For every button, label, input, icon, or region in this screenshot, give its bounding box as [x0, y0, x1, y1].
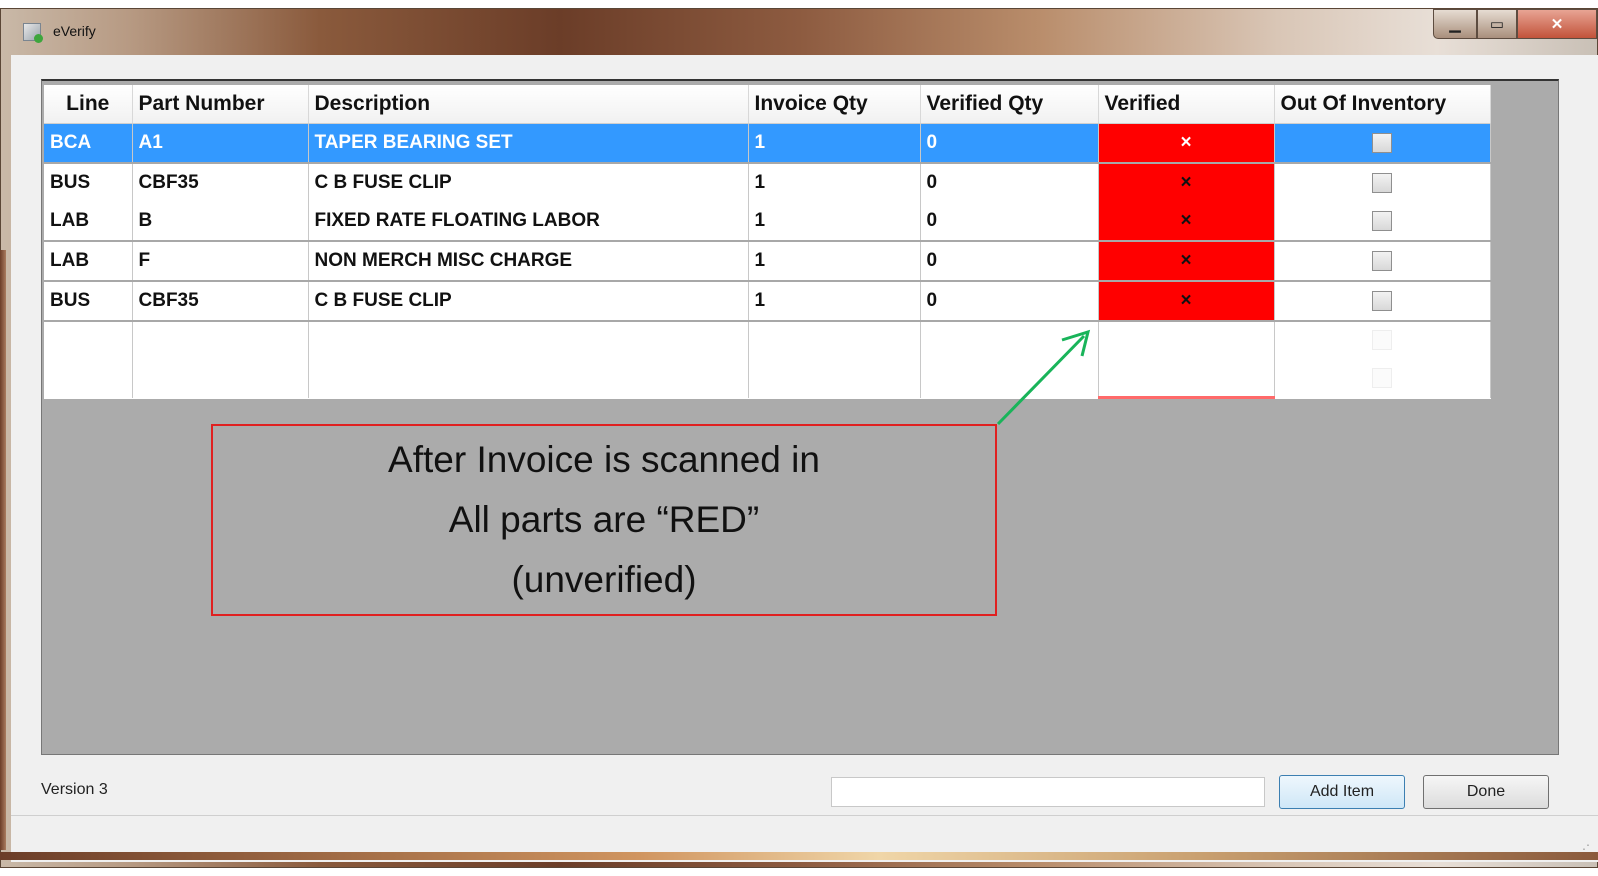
table-row-faded[interactable]	[44, 359, 1491, 399]
cell-verified-status: ×	[1098, 163, 1275, 202]
cell-verified-qty[interactable]: 0	[920, 241, 1099, 282]
version-label: Version 3	[41, 781, 108, 798]
out-of-inventory-checkbox[interactable]	[1372, 290, 1392, 311]
cell-description: FIXED RATE FLOATING LABOR	[308, 202, 749, 242]
maximize-icon: ▭	[1489, 16, 1505, 33]
callout-line: (unverified)	[511, 559, 697, 600]
cell-part-number: A1	[132, 123, 309, 164]
cell-verified-qty[interactable]: 0	[920, 281, 1099, 322]
out-of-inventory-checkbox[interactable]	[1372, 250, 1392, 271]
unverified-x-icon: ×	[1180, 210, 1192, 231]
cell-invoice-qty	[748, 321, 921, 359]
cell-part-number	[132, 321, 309, 359]
cell-line: LAB	[44, 202, 133, 242]
cell-invoice-qty: 1	[748, 241, 921, 282]
table-row[interactable]: BCA A1 TAPER BEARING SET 1 0 ×	[44, 123, 1491, 164]
cell-description	[308, 321, 749, 359]
cell-invoice-qty: 1	[748, 281, 921, 322]
app-icon	[23, 23, 43, 43]
add-item-button[interactable]: Add Item	[1279, 775, 1405, 809]
cell-part-number	[132, 359, 309, 398]
cell-verified-status	[1098, 321, 1275, 359]
out-of-inventory-checkbox[interactable]	[1372, 210, 1392, 231]
add-item-input[interactable]	[831, 777, 1265, 807]
annotation-callout: After Invoice is scanned in All parts ar…	[211, 424, 997, 616]
cell-out-of-inventory	[1274, 163, 1491, 202]
close-icon: ✕	[1550, 16, 1564, 33]
callout-line: After Invoice is scanned in	[388, 439, 820, 480]
col-header-out-of-inventory[interactable]: Out Of Inventory	[1274, 85, 1491, 124]
cell-verified-qty[interactable]: 0	[920, 123, 1099, 164]
callout-line: All parts are “RED”	[448, 499, 760, 540]
cell-verified-status: ×	[1098, 123, 1275, 164]
cell-part-number: F	[132, 241, 309, 282]
cell-description: NON MERCH MISC CHARGE	[308, 241, 749, 282]
window-edge	[0, 852, 1598, 860]
cell-description: TAPER BEARING SET	[308, 123, 749, 164]
cell-line	[44, 321, 133, 359]
window-title: eVerify	[53, 23, 96, 39]
window-controls: ▁ ▭ ✕	[1433, 9, 1597, 41]
out-of-inventory-checkbox[interactable]	[1372, 132, 1392, 153]
minimize-icon: ▁	[1449, 16, 1461, 33]
table-row[interactable]: LAB B FIXED RATE FLOATING LABOR 1 0 ×	[44, 202, 1491, 242]
cell-out-of-inventory	[1274, 202, 1491, 242]
cell-out-of-inventory	[1274, 321, 1491, 359]
cell-verified-qty[interactable]: 0	[920, 163, 1099, 202]
cell-out-of-inventory	[1274, 241, 1491, 282]
cell-verified-qty	[920, 359, 1099, 398]
col-header-verified[interactable]: Verified	[1098, 85, 1275, 124]
cell-part-number: CBF35	[132, 281, 309, 322]
minimize-button[interactable]: ▁	[1433, 9, 1477, 39]
out-of-inventory-checkbox[interactable]	[1372, 330, 1392, 351]
cell-invoice-qty: 1	[748, 202, 921, 242]
col-header-part-number[interactable]: Part Number	[132, 85, 309, 124]
cell-out-of-inventory	[1274, 359, 1491, 398]
cell-line: BUS	[44, 281, 133, 322]
table-row[interactable]: BUS CBF35 C B FUSE CLIP 1 0 ×	[44, 163, 1491, 202]
unverified-x-icon: ×	[1180, 132, 1192, 153]
cell-invoice-qty	[748, 359, 921, 398]
out-of-inventory-checkbox[interactable]	[1372, 368, 1392, 389]
cell-out-of-inventory	[1274, 123, 1491, 164]
cell-verified-status: ×	[1098, 202, 1275, 242]
col-header-line[interactable]: Line	[44, 85, 133, 124]
table-row[interactable]: BUS CBF35 C B FUSE CLIP 1 0 ×	[44, 281, 1491, 322]
title-bar[interactable]: eVerify ▁ ▭ ✕	[1, 9, 1597, 55]
unverified-x-icon: ×	[1180, 172, 1192, 193]
cell-verified-status: ×	[1098, 241, 1275, 282]
cell-out-of-inventory	[1274, 281, 1491, 322]
cell-verified-qty[interactable]: 0	[920, 202, 1099, 242]
cell-verified-status	[1098, 359, 1275, 399]
cell-description: C B FUSE CLIP	[308, 281, 749, 322]
out-of-inventory-checkbox[interactable]	[1372, 172, 1392, 193]
invoice-grid[interactable]: Line Part Number Description Invoice Qty…	[41, 79, 1559, 755]
table-row-faded[interactable]	[44, 321, 1491, 359]
window-edge	[0, 250, 6, 850]
col-header-invoice-qty[interactable]: Invoice Qty	[748, 85, 921, 124]
cell-part-number: CBF35	[132, 163, 309, 202]
cell-verified-status: ×	[1098, 281, 1275, 322]
cell-line: BCA	[44, 123, 133, 164]
cell-part-number: B	[132, 202, 309, 242]
cell-invoice-qty: 1	[748, 123, 921, 164]
table-row[interactable]: LAB F NON MERCH MISC CHARGE 1 0 ×	[44, 241, 1491, 282]
cell-line: LAB	[44, 241, 133, 282]
cell-description	[308, 359, 749, 398]
done-button[interactable]: Done	[1423, 775, 1549, 809]
col-header-verified-qty[interactable]: Verified Qty	[920, 85, 1099, 124]
invoice-table: Line Part Number Description Invoice Qty…	[44, 85, 1491, 399]
maximize-button[interactable]: ▭	[1477, 9, 1517, 39]
unverified-x-icon: ×	[1180, 290, 1192, 311]
cell-invoice-qty: 1	[748, 163, 921, 202]
cell-line: BUS	[44, 163, 133, 202]
col-header-description[interactable]: Description	[308, 85, 749, 124]
cell-verified-qty	[920, 321, 1099, 359]
close-button[interactable]: ✕	[1517, 9, 1597, 39]
unverified-x-icon: ×	[1180, 250, 1192, 271]
cell-description: C B FUSE CLIP	[308, 163, 749, 202]
table-header-row: Line Part Number Description Invoice Qty…	[44, 85, 1491, 124]
bottom-toolbar: Version 3 Add Item Done	[11, 765, 1598, 809]
cell-line	[44, 359, 133, 398]
